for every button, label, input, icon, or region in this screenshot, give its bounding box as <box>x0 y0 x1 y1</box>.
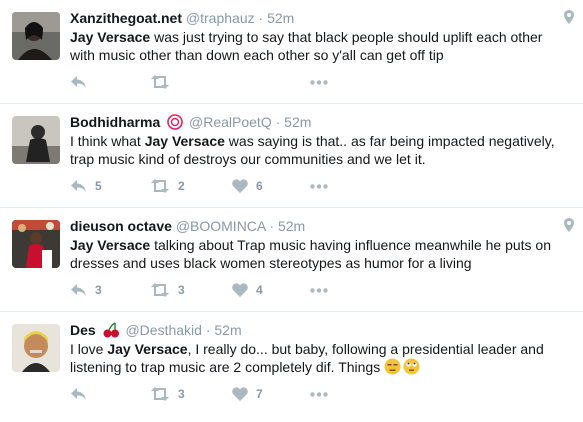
badge-icon <box>167 114 183 130</box>
reply-count: 5 <box>95 179 102 193</box>
display-name[interactable]: Xanzithegoat.net <box>70 10 182 26</box>
like-button[interactable]: 4 <box>232 280 263 300</box>
retweet-icon <box>151 75 169 89</box>
separator: · <box>205 322 211 338</box>
like-count: 7 <box>256 387 263 401</box>
retweet-icon <box>151 387 169 401</box>
user-handle[interactable]: @BOOMINCA <box>176 218 266 234</box>
timestamp[interactable]: 52m <box>267 10 294 26</box>
reply-button[interactable]: 5 <box>70 176 102 196</box>
tweet-actions: 3 7 <box>70 384 370 404</box>
mention-highlight: Jay Versace <box>70 237 151 253</box>
mention-highlight: Jay Versace <box>144 133 225 149</box>
tweet-text: I think what Jay Versace was saying is t… <box>70 132 565 168</box>
user-handle[interactable]: @Desthakid <box>125 322 201 338</box>
tweet-text: Jay Versace talking about Trap music hav… <box>70 236 565 272</box>
retweet-button[interactable]: 3 <box>150 280 185 300</box>
reply-count: 3 <box>95 283 102 297</box>
text-before: I think what <box>70 133 145 149</box>
tweet-feed: Xanzithegoat.net @traphauz · 52m Jay Ver… <box>0 0 583 422</box>
timestamp[interactable]: 52m <box>214 322 241 338</box>
reply-icon <box>71 388 86 400</box>
heart-icon <box>232 283 248 297</box>
more-icon <box>310 391 328 397</box>
reply-icon <box>71 284 86 296</box>
tweet-header: Xanzithegoat.net @traphauz · 52m <box>70 9 294 27</box>
retweet-button[interactable]: 3 <box>150 384 185 404</box>
user-handle[interactable]: @RealPoetQ <box>189 114 272 130</box>
avatar[interactable] <box>12 324 60 372</box>
mention-highlight: Jay Versace <box>70 29 151 45</box>
user-handle[interactable]: @traphauz <box>186 10 255 26</box>
reply-button[interactable] <box>70 384 95 404</box>
tweet-actions: 3 3 4 <box>70 280 370 300</box>
like-button[interactable]: 7 <box>232 384 263 404</box>
more-button[interactable] <box>310 384 328 404</box>
like-count: 4 <box>256 283 263 297</box>
avatar[interactable] <box>12 12 60 60</box>
retweet-button[interactable] <box>150 72 178 92</box>
retweet-count: 3 <box>178 387 185 401</box>
avatar[interactable] <box>12 220 60 268</box>
heart-icon <box>232 387 248 401</box>
location-pin-icon[interactable] <box>564 218 574 232</box>
tweet-actions <box>70 72 370 92</box>
more-button[interactable] <box>310 176 328 196</box>
tweet: Des @Desthakid · 52m I love Jay Versace,… <box>0 312 583 422</box>
tweet-text: I love Jay Versace, I really do... but b… <box>70 340 565 376</box>
tweet: dieuson octave @BOOMINCA · 52m Jay Versa… <box>0 208 583 312</box>
like-button[interactable]: 6 <box>232 176 263 196</box>
reply-button[interactable]: 3 <box>70 280 102 300</box>
location-pin-icon[interactable] <box>564 10 574 24</box>
timestamp[interactable]: 52m <box>278 218 305 234</box>
tweet-text: Jay Versace was just trying to say that … <box>70 28 565 64</box>
more-icon <box>310 287 328 293</box>
tweet-header: Des @Desthakid · 52m <box>70 321 242 339</box>
separator: · <box>269 218 275 234</box>
tweet-header: dieuson octave @BOOMINCA · 52m <box>70 217 305 235</box>
display-name[interactable]: Bodhidharma <box>70 114 160 130</box>
mention-highlight: Jay Versace <box>107 341 188 357</box>
heart-icon <box>232 179 248 193</box>
like-count: 6 <box>256 179 263 193</box>
rolling-eyes-face-icon <box>403 358 420 375</box>
more-icon <box>310 79 328 85</box>
retweet-count: 3 <box>178 283 185 297</box>
separator: · <box>275 114 281 130</box>
reply-icon <box>71 180 86 192</box>
text-before: I love <box>70 341 108 357</box>
retweet-icon <box>151 179 169 193</box>
display-name[interactable]: dieuson octave <box>70 218 172 234</box>
reply-button[interactable] <box>70 72 95 92</box>
more-button[interactable] <box>310 72 328 92</box>
display-name[interactable]: Des <box>70 322 96 338</box>
tweet-actions: 5 2 6 <box>70 176 370 196</box>
cherries-icon <box>103 322 119 338</box>
retweet-icon <box>151 283 169 297</box>
tweet-header: Bodhidharma @RealPoetQ · 52m <box>70 113 311 131</box>
more-icon <box>310 183 328 189</box>
unamused-face-icon <box>384 358 401 375</box>
tweet: Bodhidharma @RealPoetQ · 52m I think wha… <box>0 104 583 208</box>
timestamp[interactable]: 52m <box>284 114 311 130</box>
more-button[interactable] <box>310 280 328 300</box>
reply-icon <box>71 76 86 88</box>
avatar[interactable] <box>12 116 60 164</box>
retweet-count: 2 <box>178 179 185 193</box>
tweet: Xanzithegoat.net @traphauz · 52m Jay Ver… <box>0 0 583 104</box>
separator: · <box>258 10 264 26</box>
retweet-button[interactable]: 2 <box>150 176 185 196</box>
